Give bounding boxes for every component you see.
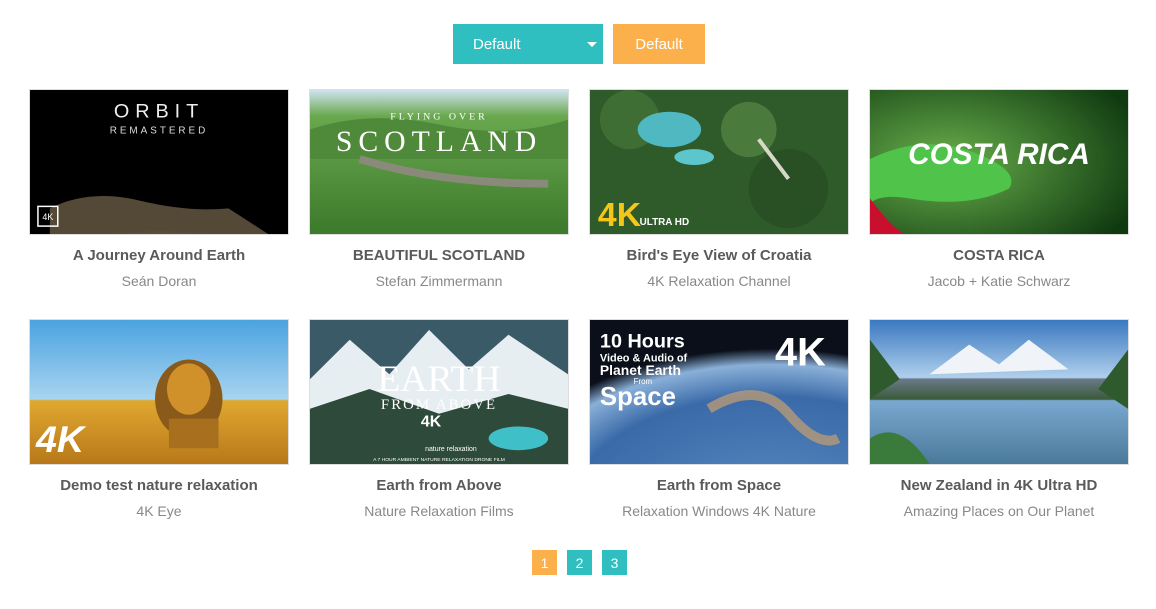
thumb-text: Space (600, 383, 676, 411)
thumb-text: ULTRA HD (640, 217, 690, 228)
thumb-text: Planet Earth (600, 362, 681, 378)
video-thumbnail[interactable]: 4K ULTRA HD (589, 89, 849, 235)
video-card[interactable]: FLYING OVER SCOTLAND BEAUTIFUL SCOTLAND … (309, 89, 569, 319)
video-author: Amazing Places on Our Planet (903, 503, 1095, 519)
video-thumbnail[interactable]: 10 Hours Video & Audio of Planet Earth F… (589, 319, 849, 465)
page-button-1[interactable]: 1 (532, 550, 557, 575)
thumb-text: 4K (42, 212, 53, 222)
thumb-text: A 7 HOUR AMBIENT NATURE RELAXATION DRONE… (373, 457, 505, 463)
thumb-text: 4K (775, 330, 826, 374)
video-title[interactable]: Bird's Eye View of Croatia (589, 247, 849, 264)
video-thumbnail[interactable]: COSTA RICA (869, 89, 1129, 235)
thumb-text: nature relaxation (425, 446, 477, 453)
video-title[interactable]: COSTA RICA (869, 247, 1129, 264)
video-card[interactable]: ORBIT REMASTERED 4K A Journey Around Ear… (29, 89, 289, 319)
sort-select-value: Default (473, 35, 521, 53)
video-thumbnail[interactable]: 4K (29, 319, 289, 465)
thumb-text: ORBIT (114, 101, 204, 123)
thumb-text: 10 Hours (600, 331, 685, 353)
video-author: Seán Doran (121, 273, 197, 289)
video-title[interactable]: Earth from Space (589, 477, 849, 494)
video-author: 4K Relaxation Channel (647, 273, 791, 289)
toolbar: Default Default (453, 24, 705, 64)
video-thumbnail[interactable]: ORBIT REMASTERED 4K (29, 89, 289, 235)
video-title[interactable]: BEAUTIFUL SCOTLAND (309, 247, 569, 264)
video-thumbnail[interactable]: EARTH FROM ABOVE 4K nature relaxation A … (309, 319, 569, 465)
video-grid: ORBIT REMASTERED 4K A Journey Around Ear… (29, 89, 1129, 549)
pagination: 1 2 3 (532, 550, 627, 575)
video-author: Stefan Zimmermann (375, 273, 503, 289)
thumb-text: 4K (598, 197, 641, 234)
sort-select[interactable]: Default (453, 24, 603, 64)
video-title[interactable]: A Journey Around Earth (29, 247, 289, 264)
video-title[interactable]: Earth from Above (309, 477, 569, 494)
thumb-text: EARTH (377, 359, 500, 400)
video-author: Jacob + Katie Schwarz (927, 273, 1071, 289)
video-card[interactable]: 10 Hours Video & Audio of Planet Earth F… (589, 319, 849, 549)
thumb-text: REMASTERED (110, 125, 209, 136)
video-title[interactable]: Demo test nature relaxation (29, 477, 289, 494)
thumb-text: FLYING OVER (390, 112, 488, 123)
video-card[interactable]: New Zealand in 4K Ultra HD Amazing Place… (869, 319, 1129, 549)
video-card[interactable]: 4K Demo test nature relaxation 4K Eye (29, 319, 289, 549)
video-title[interactable]: New Zealand in 4K Ultra HD (869, 477, 1129, 494)
video-author: Relaxation Windows 4K Nature (622, 503, 816, 519)
thumb-text: SCOTLAND (336, 126, 542, 158)
video-card[interactable]: 4K ULTRA HD Bird's Eye View of Croatia 4… (589, 89, 849, 319)
page-button-3[interactable]: 3 (602, 550, 627, 575)
thumb-text: 4K (421, 414, 442, 431)
thumb-text: 4K (35, 418, 87, 460)
video-thumbnail[interactable] (869, 319, 1129, 465)
video-card[interactable]: COSTA RICA COSTA RICA Jacob + Katie Schw… (869, 89, 1129, 319)
video-author: Nature Relaxation Films (364, 503, 514, 519)
caret-down-icon (587, 42, 597, 47)
page-button-2[interactable]: 2 (567, 550, 592, 575)
video-author: 4K Eye (136, 503, 182, 519)
sort-button[interactable]: Default (613, 24, 705, 64)
video-card[interactable]: EARTH FROM ABOVE 4K nature relaxation A … (309, 319, 569, 549)
video-thumbnail[interactable]: FLYING OVER SCOTLAND (309, 89, 569, 235)
thumb-text: FROM ABOVE (381, 397, 497, 413)
thumb-text: COSTA RICA (908, 138, 1090, 171)
